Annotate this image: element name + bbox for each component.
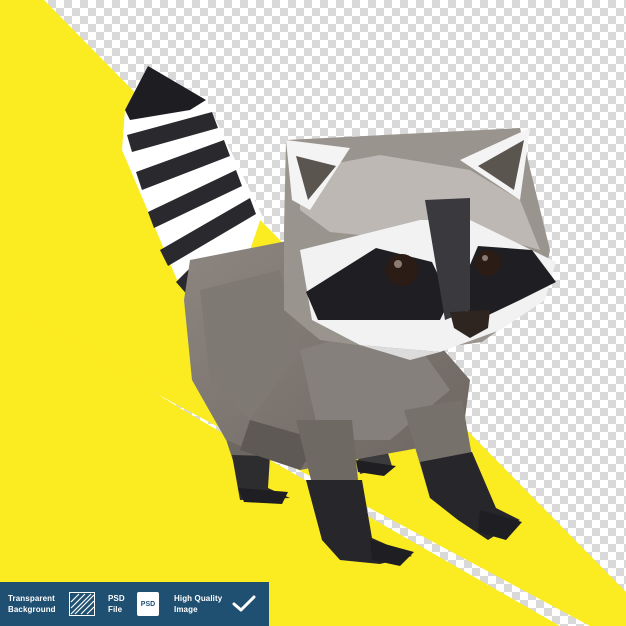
checkmark-icon [230,592,258,616]
psd-line1: PSD [108,594,125,603]
hatch-icon [68,592,96,616]
transparent-line1: Transparent [8,594,55,603]
right-eye [475,250,501,276]
psd-icon-text: PSD [140,600,156,608]
info-badge-bar: Transparent Background PSD File PSD High… [0,582,269,626]
quality-line1: High Quality [174,594,223,603]
transparent-line2: Background [8,605,56,614]
psd-file-icon: PSD [134,592,162,616]
psd-line2: File [108,605,123,614]
image-canvas: Transparent Background PSD File PSD High… [0,0,626,626]
transparent-label: Transparent Background [8,593,64,615]
psd-label: PSD File [108,593,134,615]
quality-label: High Quality Image [174,593,230,615]
raccoon-artwork [0,0,626,626]
left-eye [386,254,418,286]
quality-line2: Image [174,605,198,614]
